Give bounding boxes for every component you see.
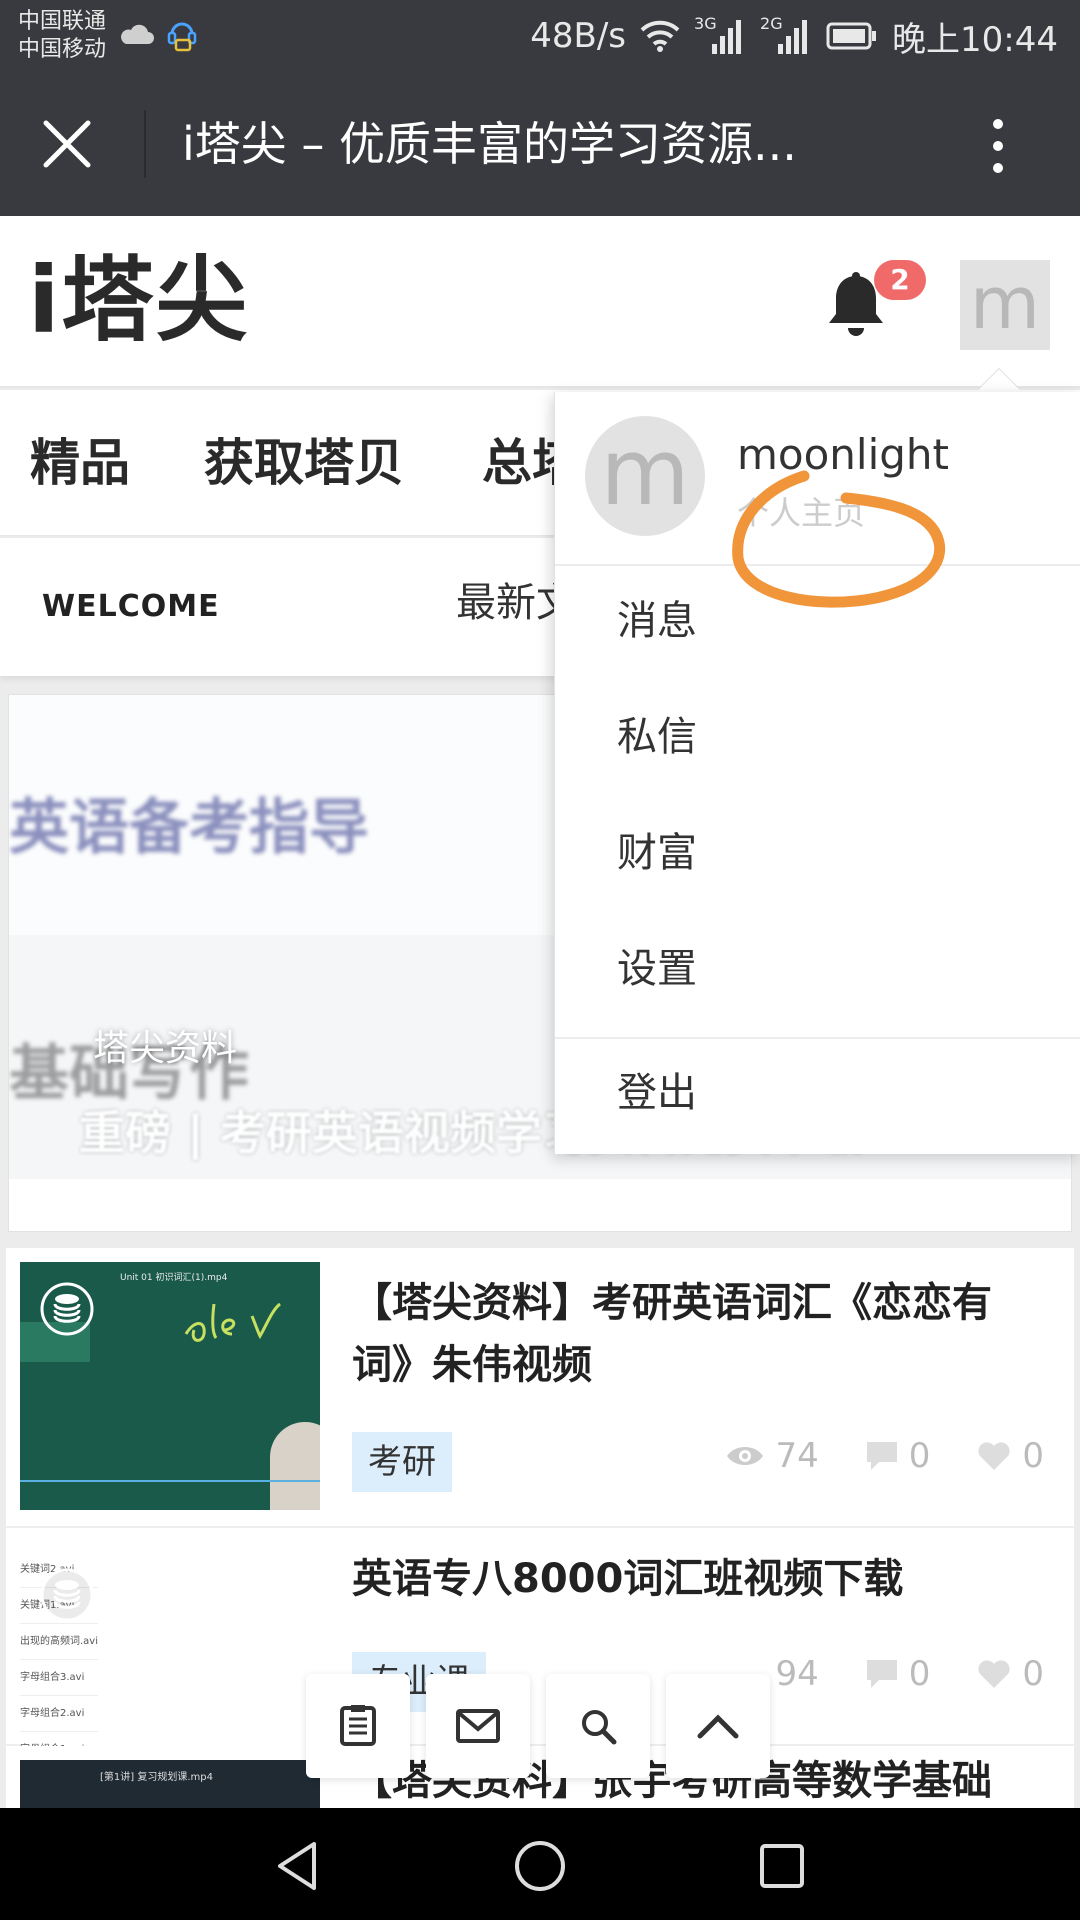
carrier-2: 中国移动 bbox=[18, 37, 107, 62]
post-stats: 94 0 0 bbox=[775, 1654, 1044, 1694]
chevron-up-icon bbox=[697, 1714, 739, 1739]
post-thumbnail[interactable]: 关键词2.avi 关键词1.avi 出现的高频词.avi 字母组合3.avi 字… bbox=[20, 1542, 320, 1752]
nav-item-featured[interactable]: 精品 bbox=[30, 390, 130, 536]
close-icon[interactable] bbox=[40, 117, 94, 171]
cloud-icon bbox=[121, 24, 154, 44]
status-bar: 中国联通 中国移动 48B/s 3G 2G 晚上10:44 bbox=[0, 0, 1080, 72]
menu-item-private-letters[interactable]: 私信 bbox=[617, 697, 697, 777]
annotation-circle bbox=[732, 470, 946, 608]
search-icon bbox=[582, 1710, 617, 1745]
floating-toolbar bbox=[306, 1674, 770, 1778]
home-icon[interactable] bbox=[512, 1838, 568, 1894]
database-icon bbox=[40, 1282, 94, 1336]
notes-button[interactable] bbox=[306, 1674, 410, 1778]
mail-button[interactable] bbox=[426, 1674, 530, 1778]
site-logo[interactable]: i塔尖 bbox=[28, 246, 250, 356]
video-progress bbox=[20, 1480, 320, 1482]
comment-count: 0 bbox=[908, 1654, 931, 1694]
post-tag[interactable]: 考研 bbox=[352, 1432, 452, 1492]
comment-icon bbox=[866, 1660, 897, 1688]
system-nav-bar bbox=[0, 1808, 1080, 1920]
presenter-figure bbox=[270, 1422, 320, 1510]
database-icon bbox=[40, 1568, 94, 1622]
view-count: 94 bbox=[775, 1654, 819, 1694]
assistant-icon bbox=[167, 22, 197, 52]
title-divider bbox=[144, 110, 146, 178]
search-button[interactable] bbox=[546, 1674, 650, 1778]
file-item: 字母组合3.avi bbox=[20, 1660, 99, 1696]
carrier-labels: 中国联通 中国移动 bbox=[18, 8, 106, 64]
notification-badge: 2 bbox=[874, 260, 926, 300]
signal-icon-2 bbox=[778, 20, 808, 54]
back-to-top-button[interactable] bbox=[666, 1674, 770, 1778]
browser-title-bar: i塔尖 – 优质丰富的学习资源... bbox=[0, 72, 1080, 216]
carrier-1: 中国联通 bbox=[18, 9, 107, 34]
menu-item-messages[interactable]: 消息 bbox=[617, 581, 697, 661]
eye-icon bbox=[727, 1447, 764, 1465]
mail-icon bbox=[456, 1709, 500, 1743]
menu-avatar[interactable]: m bbox=[585, 416, 705, 536]
signal-2g: 2G bbox=[760, 14, 812, 56]
comment-count: 0 bbox=[908, 1436, 931, 1476]
clock: 晚上10:44 bbox=[892, 19, 1058, 60]
menu-item-logout[interactable]: 登出 bbox=[617, 1053, 697, 1133]
status-right: 48B/s 3G 2G 晚上10:44 bbox=[530, 0, 1058, 72]
nav-item-get-tabei[interactable]: 获取塔贝 bbox=[204, 390, 404, 536]
net-speed: 48B/s bbox=[530, 16, 627, 56]
thumb-caption: [第1讲] 复习规划课.mp4 bbox=[100, 1772, 213, 1783]
recent-apps-icon[interactable] bbox=[754, 1838, 810, 1894]
post-thumbnail[interactable]: Unit 01 初识词汇(1).mp4 bbox=[20, 1262, 320, 1510]
post-stats: 74 0 0 bbox=[725, 1436, 1044, 1476]
menu-item-settings[interactable]: 设置 bbox=[617, 929, 697, 1009]
file-item: 出现的高频词.avi bbox=[20, 1624, 99, 1660]
site-header: i塔尖 2 m bbox=[0, 216, 1080, 388]
document-icon bbox=[340, 1705, 376, 1746]
banner-heading-1: 英语备考指导 bbox=[9, 793, 369, 863]
more-icon[interactable] bbox=[980, 116, 1016, 176]
thumb-caption: Unit 01 初识词汇(1).mp4 bbox=[120, 1273, 228, 1283]
view-count: 74 bbox=[775, 1436, 819, 1476]
heart-icon bbox=[978, 1660, 1010, 1688]
like-count: 0 bbox=[1022, 1436, 1044, 1476]
banner-caption-small: 塔尖资料 bbox=[93, 1028, 238, 1069]
signal-icon bbox=[712, 20, 742, 54]
wifi-icon bbox=[640, 20, 680, 52]
avatar[interactable]: m bbox=[960, 260, 1050, 350]
like-count: 0 bbox=[1022, 1654, 1044, 1694]
file-item: 字母组合2.avi bbox=[20, 1696, 99, 1732]
post-thumbnail[interactable]: [第1讲] 复习规划课.mp4 bbox=[20, 1760, 320, 1808]
post-title[interactable]: 英语专八8000词汇班视频下载 bbox=[352, 1548, 1042, 1610]
back-icon[interactable] bbox=[270, 1838, 326, 1894]
battery-icon bbox=[826, 22, 877, 50]
post-title[interactable]: 【塔尖资料】考研英语词汇《恋恋有词》朱伟视频 bbox=[352, 1272, 1042, 1396]
page-title: i塔尖 – 优质丰富的学习资源... bbox=[182, 117, 797, 171]
heart-icon bbox=[978, 1442, 1010, 1470]
list-item[interactable]: Unit 01 初识词汇(1).mp4 【塔尖资料】考研英语词汇《恋恋有词》朱伟… bbox=[6, 1248, 1074, 1528]
banner-strip bbox=[9, 1179, 1071, 1231]
handwriting-decoration bbox=[184, 1302, 281, 1342]
welcome-label: WELCOME bbox=[42, 589, 220, 624]
comment-icon bbox=[866, 1442, 897, 1470]
signal-3g: 3G bbox=[694, 14, 746, 56]
menu-item-wealth[interactable]: 财富 bbox=[617, 813, 697, 893]
menu-divider bbox=[555, 1037, 1080, 1039]
